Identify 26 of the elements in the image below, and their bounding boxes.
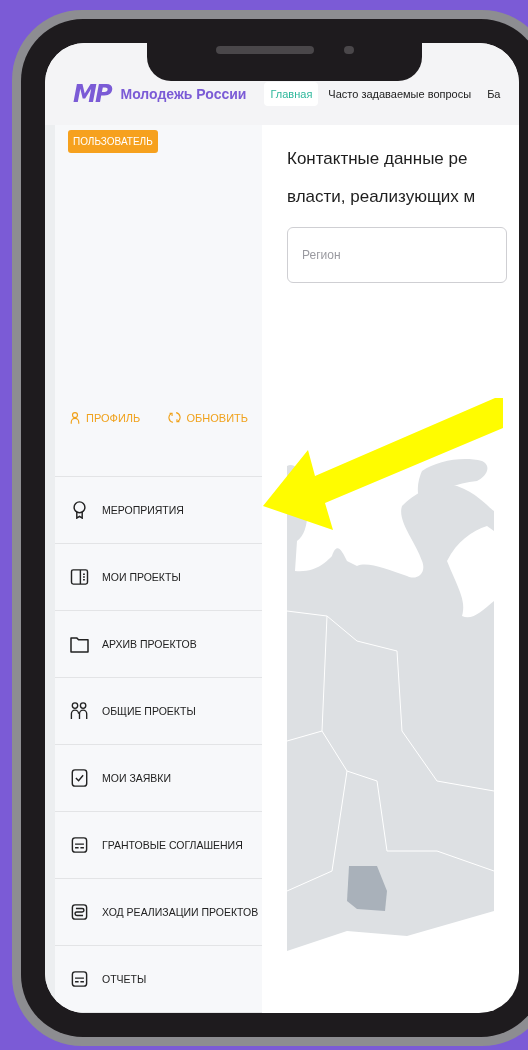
document-icon (70, 971, 89, 987)
role-badge: ПОЛЬЗОВАТЕЛЬ (68, 130, 158, 153)
sidebar-menu-item[interactable]: ГРАНТОВЫЕ СОГЛАШЕНИЯ (55, 812, 262, 879)
checkbox-icon (70, 769, 89, 787)
sidebar-menu-item[interactable]: АРХИВ ПРОЕКТОВ (55, 611, 262, 678)
person-icon (70, 411, 80, 426)
nav-link[interactable]: Ба (481, 82, 507, 106)
page-title: Контактные данные ре (287, 149, 468, 169)
award-icon (70, 501, 89, 519)
sidebar-menu-item[interactable]: МОИ ЗАЯВКИ (55, 745, 262, 812)
page-title: власти, реализующих м (287, 187, 476, 207)
sidebar-menu-item[interactable]: МОИ ПРОЕКТЫ (55, 544, 262, 611)
folder-icon (70, 635, 89, 653)
sidebar-menu-item[interactable]: ОТЧЕТЫ (55, 946, 262, 1013)
route-icon (70, 904, 89, 920)
site-name: Молодежь России (120, 86, 247, 102)
sidebar-menu-item[interactable]: ХОД РЕАЛИЗАЦИИ ПРОЕКТОВ (55, 879, 262, 946)
region-field[interactable]: Регион (287, 227, 507, 283)
panel-icon (70, 569, 89, 585)
sidebar-menu-item[interactable]: МЕРОПРИЯТИЯ (55, 477, 262, 544)
nav-link[interactable]: Часто задаваемые вопросы (322, 82, 478, 106)
people-icon (70, 702, 89, 720)
refresh-icon (167, 411, 181, 425)
sidebar-menu-item[interactable]: ОБЩИЕ ПРОЕКТЫ (55, 678, 262, 745)
site-logo[interactable]: МР (73, 80, 111, 108)
document-icon (70, 837, 89, 853)
